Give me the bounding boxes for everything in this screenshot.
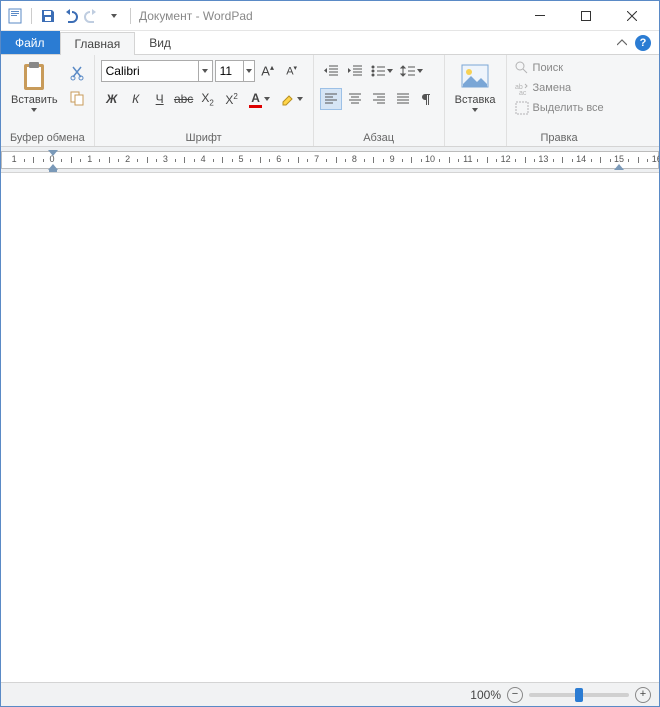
bullets-button[interactable]	[368, 60, 396, 82]
group-paragraph-label: Абзац	[320, 130, 438, 144]
window-title: Документ - WordPad	[135, 9, 517, 23]
first-line-indent-marker[interactable]	[48, 150, 58, 156]
shrink-font-button[interactable]: A▾	[281, 60, 303, 82]
group-font-label: Шрифт	[101, 130, 307, 144]
font-family-combo[interactable]	[101, 60, 213, 82]
group-clipboard: Вставить Буфер обмена	[1, 55, 95, 146]
quick-access-toolbar	[5, 6, 135, 26]
paste-button[interactable]: Вставить	[7, 58, 62, 114]
select-all-button[interactable]: Выделить все	[513, 100, 606, 116]
redo-icon[interactable]	[82, 6, 102, 26]
left-indent-marker[interactable]	[49, 170, 57, 173]
decrease-indent-button[interactable]	[320, 60, 342, 82]
ribbon-tabs: Файл Главная Вид ?	[1, 31, 659, 55]
justify-button[interactable]	[392, 88, 414, 110]
group-clipboard-label: Буфер обмена	[7, 130, 88, 144]
undo-icon[interactable]	[60, 6, 80, 26]
increase-indent-button[interactable]	[344, 60, 366, 82]
zoom-slider[interactable]	[529, 693, 629, 697]
qat-customize-icon[interactable]	[104, 6, 124, 26]
line-spacing-button[interactable]	[398, 60, 426, 82]
chevron-down-icon	[472, 108, 478, 112]
superscript-button[interactable]: X2	[221, 88, 243, 110]
chevron-down-icon[interactable]	[243, 61, 254, 81]
group-paragraph: Абзац	[314, 55, 445, 146]
zoom-slider-thumb[interactable]	[575, 688, 583, 702]
find-button[interactable]: Поиск	[513, 60, 606, 76]
right-indent-marker[interactable]	[614, 164, 624, 170]
font-family-input[interactable]	[102, 64, 198, 78]
group-editing-label: Правка	[513, 130, 606, 144]
find-label: Поиск	[533, 62, 563, 74]
font-color-button[interactable]: A	[245, 88, 275, 110]
strikethrough-button[interactable]: abc	[173, 88, 195, 110]
zoom-level-label: 100%	[470, 688, 501, 702]
paragraph-dialog-button[interactable]	[416, 88, 438, 110]
insert-label: Вставка	[455, 94, 496, 106]
replace-label: Замена	[533, 82, 572, 94]
tab-home[interactable]: Главная	[60, 32, 136, 55]
ribbon: Вставить Буфер обмена	[1, 55, 659, 147]
window-controls	[517, 1, 655, 31]
group-editing: Поиск abac Замена Выделить все Правка	[507, 55, 612, 146]
replace-button[interactable]: abac Замена	[513, 80, 606, 96]
select-all-label: Выделить все	[533, 102, 604, 114]
chevron-down-icon[interactable]	[198, 61, 212, 81]
svg-text:ac: ac	[519, 90, 527, 95]
paste-icon	[18, 60, 50, 92]
close-button[interactable]	[609, 1, 655, 31]
grow-font-button[interactable]: A▴	[257, 60, 279, 82]
tab-file[interactable]: Файл	[1, 31, 60, 54]
subscript-button[interactable]: X2	[197, 88, 219, 110]
zoom-out-button[interactable]: −	[507, 687, 523, 703]
highlight-button[interactable]	[277, 88, 307, 110]
underline-button[interactable]: Ч	[149, 88, 171, 110]
paste-label: Вставить	[11, 94, 58, 106]
align-right-button[interactable]	[368, 88, 390, 110]
zoom-in-button[interactable]: +	[635, 687, 651, 703]
title-bar: Документ - WordPad	[1, 1, 659, 31]
status-bar: 100% − +	[1, 682, 659, 706]
collapse-ribbon-icon[interactable]	[617, 38, 627, 48]
font-size-combo[interactable]	[215, 60, 255, 82]
document-area[interactable]	[1, 173, 659, 682]
chevron-down-icon	[31, 108, 37, 112]
minimize-button[interactable]	[517, 1, 563, 31]
bold-button[interactable]: Ж	[101, 88, 123, 110]
align-center-button[interactable]	[344, 88, 366, 110]
picture-icon	[459, 60, 491, 92]
align-left-button[interactable]	[320, 88, 342, 110]
help-icon[interactable]: ?	[635, 35, 651, 51]
copy-button[interactable]	[66, 87, 88, 109]
ruler[interactable]: 1012345678910111213141516	[1, 147, 659, 173]
italic-button[interactable]: К	[125, 88, 147, 110]
insert-button[interactable]: Вставка	[451, 58, 500, 114]
maximize-button[interactable]	[563, 1, 609, 31]
save-icon[interactable]	[38, 6, 58, 26]
font-size-input[interactable]	[216, 64, 243, 78]
tab-view[interactable]: Вид	[135, 31, 186, 54]
cut-button[interactable]	[66, 62, 88, 84]
group-font: A▴ A▾ Ж К Ч abc X2 X2 A Шрифт	[95, 55, 314, 146]
app-icon[interactable]	[5, 6, 25, 26]
group-insert: Вставка	[445, 55, 507, 146]
